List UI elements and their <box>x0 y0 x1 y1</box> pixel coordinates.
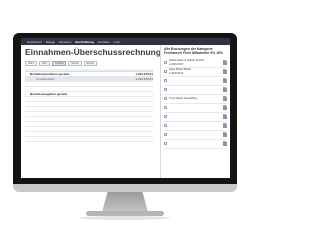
monitor-shadow <box>80 216 170 220</box>
booking-checkbox[interactable] <box>164 61 167 65</box>
booking-item[interactable] <box>164 104 227 113</box>
nav-item[interactable]: Lohn <box>114 40 121 44</box>
toolbar-button[interactable]: Jahr <box>38 61 50 66</box>
row-label: Umsatzerlöse <box>36 77 55 81</box>
booking-item[interactable] <box>164 122 227 131</box>
nav-item[interactable]: Belege <box>46 40 55 44</box>
monitor-stand-foot <box>86 211 164 216</box>
booking-item[interactable] <box>164 131 227 140</box>
monitor-screen: Dashboard Belege Finanzen Buchhaltung Kontak… <box>21 38 230 178</box>
booking-details: Hotels Haus & Garten GmbH 1.000,00 € <box>169 59 221 66</box>
page-title: Einnahmen-Überschussrechnung <box>25 47 162 57</box>
booking-checkbox[interactable] <box>164 142 167 146</box>
booking-item[interactable] <box>164 140 227 149</box>
booking-item[interactable]: Hotels Haus & Garten GmbH 1.000,00 € <box>164 59 227 68</box>
booking-details: Hans Mieter Bistro 1.000,00 € <box>169 68 221 75</box>
booking-amount: 1.000,00 € <box>169 71 184 76</box>
toolbar-button[interactable]: Export <box>83 61 98 66</box>
booking-item[interactable] <box>164 113 227 122</box>
report-table: › Betriebseinnahmen gesamt 1.224.970,61 Ums… <box>25 72 153 142</box>
document-icon[interactable] <box>223 105 227 111</box>
booking-item[interactable]: Hans Mieter Bistro 1.000,00 € <box>164 68 227 77</box>
booking-item[interactable]: Timo Mertin Consulting <box>164 95 227 104</box>
document-icon[interactable] <box>223 114 227 120</box>
document-icon[interactable] <box>223 123 227 129</box>
booking-checkbox[interactable] <box>164 115 167 119</box>
booking-checkbox[interactable] <box>164 70 167 74</box>
monitor-chin <box>13 184 237 192</box>
row-label: Betriebseinnahmen gesamt <box>30 72 70 76</box>
top-navigation: Dashboard Belege Finanzen Buchhaltung Kontak… <box>21 38 230 45</box>
document-icon[interactable] <box>223 96 227 102</box>
booking-checkbox[interactable] <box>164 97 167 101</box>
document-icon[interactable] <box>223 141 227 147</box>
row-value: 1.224.970,61 <box>135 72 153 76</box>
row-value: - <box>152 92 153 96</box>
desktop-scene: Dashboard Belege Finanzen Buchhaltung Kontak… <box>0 0 250 250</box>
booking-checkbox[interactable] <box>164 106 167 110</box>
booking-checkbox[interactable] <box>164 133 167 137</box>
document-icon[interactable] <box>223 87 227 93</box>
bookings-title: Alle Buchungen der Kategorie Freelancer/… <box>164 47 223 56</box>
report-toolbar: 2021 Jahr Quartal Monat Export <box>25 61 153 66</box>
nav-item[interactable]: Buchhaltung <box>75 40 93 44</box>
booking-checkbox[interactable] <box>164 124 167 128</box>
booking-checkbox[interactable] <box>164 88 167 92</box>
report-panel: Einnahmen-Überschussrechnung 2021 Jahr Qua… <box>21 45 162 178</box>
document-icon[interactable] <box>223 60 227 66</box>
toolbar-button[interactable]: 2021 <box>25 61 37 66</box>
nav-item[interactable]: Finanzen <box>59 40 71 44</box>
booking-item[interactable] <box>164 86 227 95</box>
bookings-panel: Alle Buchungen der Kategorie Freelancer/… <box>160 45 230 178</box>
toolbar-button[interactable]: Quartal <box>51 61 67 66</box>
booking-amount: 1.000,00 € <box>169 62 184 67</box>
booking-name: Timo Mertin Consulting <box>169 97 197 101</box>
document-icon[interactable] <box>223 78 227 84</box>
nav-item[interactable]: Kontakte <box>98 40 110 44</box>
table-row[interactable] <box>25 137 153 142</box>
toolbar-button[interactable]: Monat <box>68 61 82 66</box>
booking-checkbox[interactable] <box>164 79 167 83</box>
booking-details: Timo Mertin Consulting <box>169 97 221 100</box>
document-icon[interactable] <box>223 132 227 138</box>
monitor-stand-neck <box>102 192 148 212</box>
row-value: 1.224.970,61 <box>135 77 153 81</box>
nav-item[interactable]: Dashboard <box>27 40 42 44</box>
document-icon[interactable] <box>223 69 227 75</box>
bookings-list: Hotels Haus & Garten GmbH 1.000,00 € Hans … <box>164 59 227 149</box>
booking-item[interactable] <box>164 77 227 86</box>
row-label: Betriebsausgaben gesamt <box>30 92 68 96</box>
